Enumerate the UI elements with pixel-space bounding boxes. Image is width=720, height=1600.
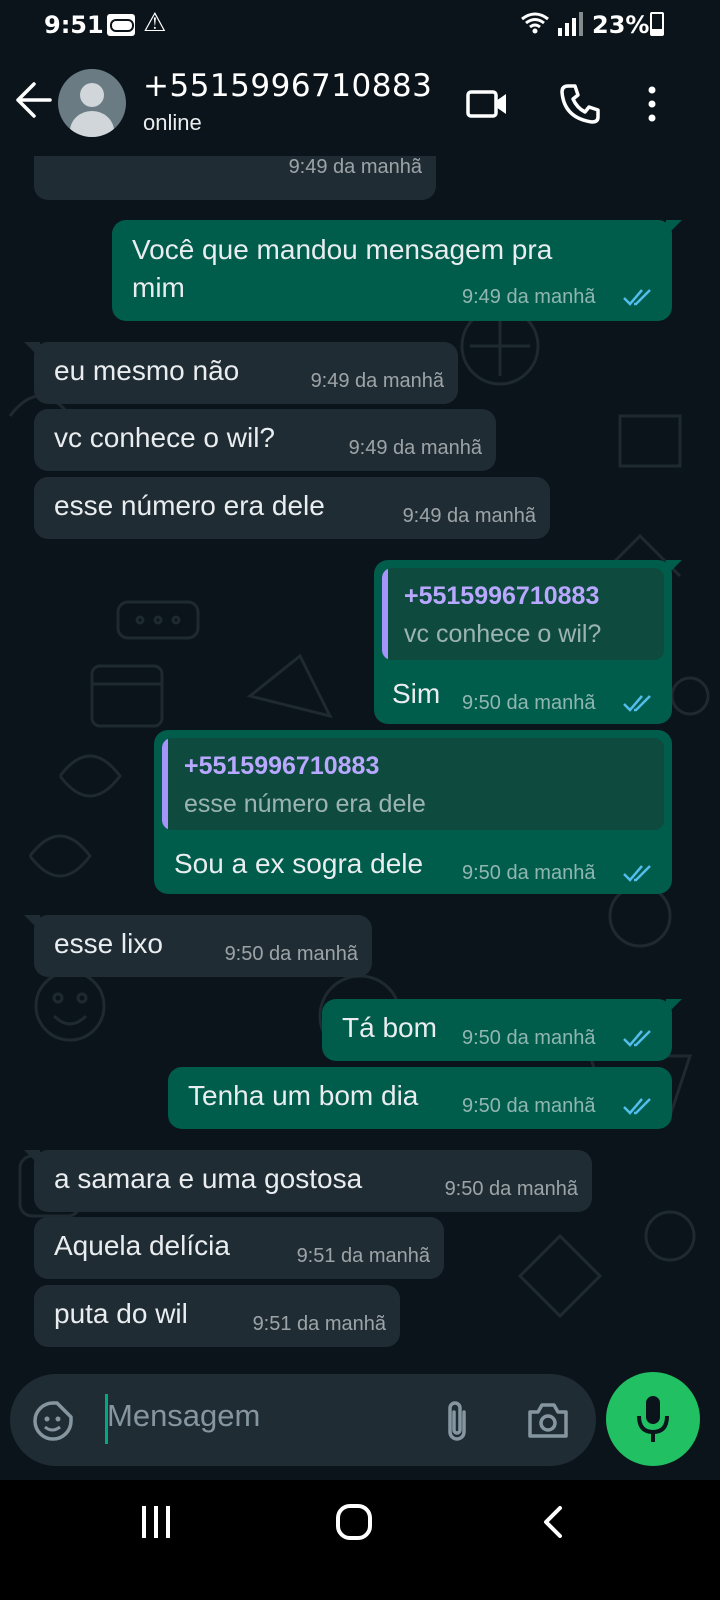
message-text: puta do wil [54, 1298, 188, 1329]
message-time: 9:49 da manhã [310, 370, 444, 392]
warning-icon: ⚠ [143, 8, 167, 38]
read-ticks-icon [623, 865, 651, 882]
quoted-message[interactable]: +5515996710883 vc conhece o wil? [382, 568, 664, 660]
phone-icon[interactable] [556, 80, 604, 128]
message-time: 9:50 da manhã [224, 943, 358, 965]
message-text: esse número era dele [54, 490, 325, 521]
battery-icon [650, 12, 664, 36]
message-incoming[interactable]: Aquela delícia 9:51 da manhã [34, 1217, 444, 1279]
message-outgoing[interactable]: Você que mandou mensagem pra mim 9:49 da… [112, 220, 682, 321]
message-input[interactable]: Mensagem [10, 1374, 596, 1466]
message-incoming[interactable]: vc conhece o wil? 9:49 da manhã [34, 409, 496, 471]
message-time: 9:50 da manhã [462, 692, 596, 714]
message-time: 9:51 da manhã [296, 1245, 430, 1267]
mic-icon [637, 1396, 669, 1442]
message-outgoing[interactable]: Tá bom 9:50 da manhã [322, 999, 682, 1061]
avatar[interactable] [58, 69, 126, 137]
status-time: 9:51 [44, 11, 104, 39]
message-time: 9:51 da manhã [252, 1313, 386, 1335]
message-placeholder: Mensagem [107, 1398, 261, 1433]
system-nav-bar [0, 1480, 720, 1600]
voicemail-icon [107, 14, 135, 36]
message-time: 9:50 da manhã [462, 1095, 596, 1117]
quote-text: esse número era dele [184, 790, 426, 818]
message-time: 9:49 da manhã [402, 505, 536, 527]
message-text: esse lixo [54, 928, 163, 959]
message-incoming[interactable]: eu mesmo não 9:49 da manhã [24, 342, 458, 404]
more-vert-icon[interactable] [640, 80, 664, 128]
signal-icon [556, 12, 583, 36]
contact-status: online [143, 110, 202, 135]
message-outgoing[interactable]: Tenha um bom dia 9:50 da manhã [168, 1067, 672, 1129]
quote-text: vc conhece o wil? [404, 620, 602, 648]
message-incoming[interactable]: esse número era dele 9:49 da manhã [34, 477, 550, 539]
message-time: 9:49 da manhã [462, 286, 596, 308]
compose-bar: Mensagem [0, 1372, 720, 1480]
read-ticks-icon [623, 1030, 651, 1047]
message-time: 9:50 da manhã [444, 1178, 578, 1200]
attach-icon[interactable] [442, 1398, 472, 1444]
recents-icon[interactable] [138, 1504, 174, 1540]
read-ticks-icon [623, 289, 651, 306]
back-icon[interactable] [538, 1504, 568, 1540]
wifi-icon [520, 11, 550, 40]
message-incoming[interactable]: 9:49 da manhã [34, 156, 436, 200]
message-incoming[interactable]: puta do wil 9:51 da manhã [34, 1285, 400, 1347]
quote-author: +5515996710883 [184, 752, 380, 780]
message-text: mim [132, 272, 185, 303]
camera-icon[interactable] [526, 1400, 570, 1440]
message-text: Sim [392, 678, 441, 709]
message-incoming[interactable]: esse lixo 9:50 da manhã [24, 915, 372, 977]
status-bar: 9:51 ⚠ 23% [0, 0, 720, 52]
back-arrow-icon[interactable] [14, 78, 54, 122]
message-time: 9:49 da manhã [288, 156, 422, 178]
message-text: Você que mandou mensagem pra [132, 234, 553, 265]
home-icon[interactable] [334, 1502, 374, 1542]
message-text: Sou a ex sogra dele [174, 848, 424, 879]
quoted-message[interactable]: +5515996710883 esse número era dele [162, 738, 664, 830]
read-ticks-icon [623, 695, 651, 712]
message-incoming[interactable]: a samara e uma gostosa 9:50 da manhã [24, 1150, 592, 1212]
message-text: Aquela delícia [54, 1230, 230, 1261]
message-time: 9:50 da manhã [462, 1027, 596, 1049]
message-text: a samara e uma gostosa [54, 1163, 363, 1194]
message-time: 9:49 da manhã [348, 437, 482, 459]
read-ticks-icon [623, 1098, 651, 1115]
sticker-icon[interactable] [32, 1400, 74, 1442]
message-text: Tenha um bom dia [188, 1080, 419, 1111]
message-time: 9:50 da manhã [462, 862, 596, 884]
message-list[interactable]: 9:49 da manhã Você que mandou mensagem p… [0, 156, 720, 1400]
video-call-icon[interactable] [464, 80, 512, 128]
quote-author: +5515996710883 [404, 582, 600, 610]
battery-percent: 23% [592, 11, 650, 39]
message-text: Tá bom [342, 1012, 437, 1043]
contact-name[interactable]: +5515996710883 [143, 68, 432, 104]
message-outgoing-reply[interactable]: +5515996710883 esse número era dele Sou … [154, 730, 672, 894]
chat-header: +5515996710883 online [0, 52, 720, 156]
mic-button[interactable] [606, 1372, 700, 1466]
message-outgoing-reply[interactable]: +5515996710883 vc conhece o wil? Sim 9:5… [374, 560, 682, 724]
message-text: eu mesmo não [54, 355, 240, 386]
message-text: vc conhece o wil? [54, 422, 276, 453]
